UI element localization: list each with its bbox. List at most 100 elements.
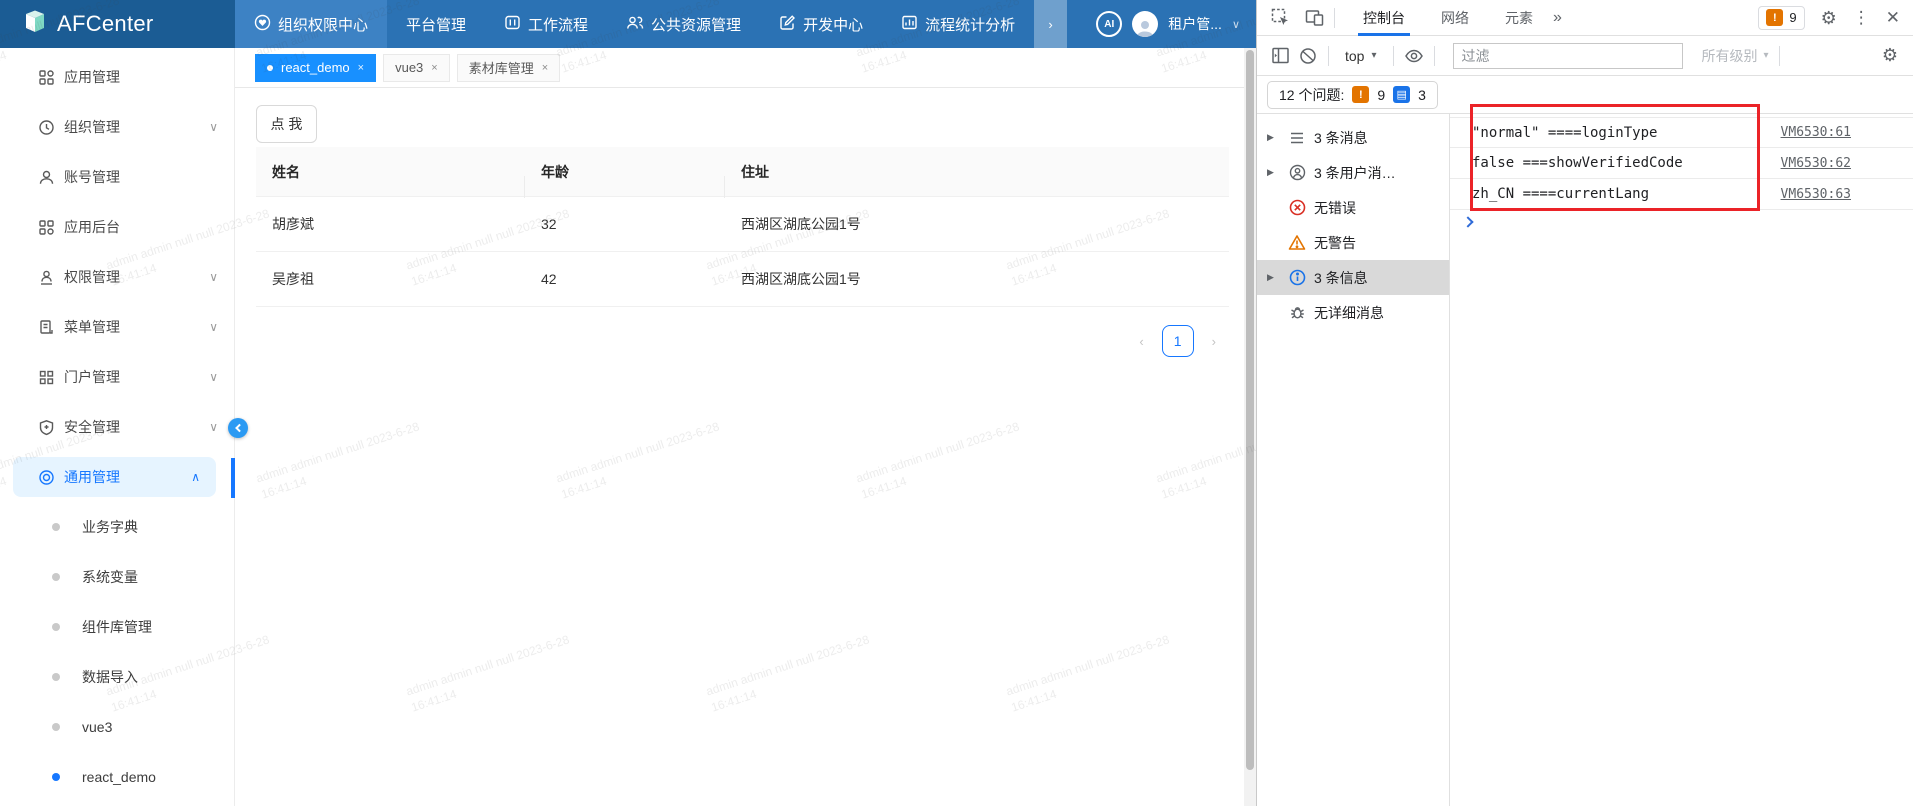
sidebar-subitem-react-demo[interactable]: react_demo <box>0 752 234 802</box>
console-filter-errors[interactable]: 无错误 <box>1257 190 1449 225</box>
issues-summary-button[interactable]: 12 个问题: ! 9 ▤ 3 <box>1267 81 1438 109</box>
nav-item-public-resources[interactable]: 公共资源管理 <box>607 0 760 48</box>
app-grid-alt-icon <box>38 219 55 236</box>
inspect-element-icon[interactable] <box>1270 8 1290 28</box>
console-message[interactable]: zh_CN ====currentLang VM6530:63 <box>1450 179 1913 210</box>
console-message[interactable]: "normal" ====loginType VM6530:61 <box>1450 117 1913 148</box>
cell-address: 西湖区湖底公园1号 <box>725 214 1229 234</box>
table-row[interactable]: 胡彦斌 32 西湖区湖底公园1号 <box>256 197 1229 252</box>
tab-react-demo[interactable]: react_demo × <box>255 54 376 82</box>
sidebar-subitem-vue3[interactable]: vue3 <box>0 702 234 752</box>
nav-item-platform-mgmt[interactable]: 平台管理 <box>387 0 485 48</box>
console-settings-gear-icon[interactable]: ⚙ <box>1880 46 1900 66</box>
logo[interactable]: AFCenter <box>0 0 235 48</box>
execution-context-selector[interactable]: top ▾ <box>1345 48 1377 64</box>
nav-more-button[interactable]: › <box>1034 0 1067 48</box>
page-next-icon[interactable]: › <box>1212 334 1216 349</box>
kebab-menu-icon[interactable]: ⋮ <box>1853 9 1870 26</box>
sidebar-item-label: 通用管理 <box>64 467 120 487</box>
live-expression-eye-icon[interactable] <box>1404 46 1424 66</box>
tab-material-library[interactable]: 素材库管理 × <box>457 54 560 82</box>
bullet-icon <box>52 723 60 731</box>
sidebar-subitem-data-import[interactable]: 数据导入 <box>0 652 234 702</box>
chevron-down-icon: ∨ <box>209 370 218 384</box>
console-prompt-chevron-icon[interactable] <box>1462 216 1473 227</box>
tenant-admin-label[interactable]: 租户管... <box>1168 14 1222 34</box>
page-number-button[interactable]: 1 <box>1162 325 1194 357</box>
chevron-up-icon: ∧ <box>191 470 200 484</box>
close-devtools-icon[interactable]: ✕ <box>1886 9 1900 26</box>
nav-item-label: 平台管理 <box>406 14 466 35</box>
sidebar-item-menu-mgmt[interactable]: 菜单管理 ∨ <box>0 302 234 352</box>
more-tabs-icon[interactable]: » <box>1553 9 1562 27</box>
sidebar-item-general-mgmt[interactable]: 通用管理 ∧ <box>13 457 216 497</box>
sidebar-subitem-label: 数据导入 <box>82 667 138 687</box>
clear-console-icon[interactable] <box>1298 46 1318 66</box>
avatar[interactable] <box>1132 11 1158 37</box>
page-scrollbar[interactable] <box>1244 48 1256 806</box>
sidebar-item-permission-mgmt[interactable]: 权限管理 ∨ <box>0 252 234 302</box>
table-header-row: 姓名 年龄 住址 <box>256 147 1229 197</box>
console-filter-verbose[interactable]: 无详细消息 <box>1257 295 1449 330</box>
top-nav: 组织权限中心 平台管理 工作流程 公共资源管理 开发中心 <box>235 0 1067 48</box>
console-source-link[interactable]: VM6530:63 <box>1781 187 1851 202</box>
console-sidebar: ▶ 3 条消息 ▶ 3 条用户消… 无错误 无警告 <box>1257 114 1450 806</box>
chat-issues-icon: ▤ <box>1393 86 1410 103</box>
console-filter-user-messages[interactable]: ▶ 3 条用户消… <box>1257 155 1449 190</box>
sidebar-item-org-mgmt[interactable]: 组织管理 ∨ <box>0 102 234 152</box>
sidebar-subitem-business-dict[interactable]: 业务字典 <box>0 502 234 552</box>
list-icon <box>1288 129 1306 147</box>
console-filter-input[interactable] <box>1453 43 1683 69</box>
nav-item-org-permission-center[interactable]: 组织权限中心 <box>235 0 387 48</box>
console-source-link[interactable]: VM6530:62 <box>1781 156 1851 171</box>
sidebar-item-label: 菜单管理 <box>64 317 120 337</box>
expand-triangle-icon[interactable]: ▶ <box>1267 132 1280 143</box>
logo-mark-icon <box>22 9 48 40</box>
device-toolbar-icon[interactable] <box>1304 8 1324 28</box>
close-icon[interactable]: × <box>358 62 364 74</box>
sidebar-item-app-mgmt[interactable]: 应用管理 <box>0 52 234 102</box>
console-sidebar-toggle-icon[interactable] <box>1270 46 1290 66</box>
scrollbar-thumb[interactable] <box>1246 50 1254 770</box>
tab-vue3[interactable]: vue3 × <box>383 54 450 82</box>
console-filter-all-messages[interactable]: ▶ 3 条消息 <box>1257 120 1449 155</box>
sidebar-item-security-mgmt[interactable]: 安全管理 ∨ <box>0 402 234 452</box>
bullet-icon <box>52 773 60 781</box>
screen: AFCenter 组织权限中心 平台管理 工作流程 公共资源管理 <box>0 0 1913 806</box>
sidebar-subitem-component-lib[interactable]: 组件库管理 <box>0 602 234 652</box>
page-prev-icon[interactable]: ‹ <box>1139 334 1143 349</box>
nav-item-dev-center[interactable]: 开发中心 <box>760 0 882 48</box>
sidebar-item-account-mgmt[interactable]: 账号管理 <box>0 152 234 202</box>
devtools-tab-console[interactable]: 控制台 <box>1358 0 1410 36</box>
sidebar-collapse-button[interactable] <box>228 418 248 438</box>
devtools-tab-elements[interactable]: 元素 <box>1500 0 1538 36</box>
close-icon[interactable]: × <box>431 62 437 74</box>
issues-counter-button[interactable]: ! 9 <box>1758 6 1804 30</box>
tab-label: vue3 <box>395 60 423 75</box>
devtools-tab-network[interactable]: 网络 <box>1436 0 1474 36</box>
close-icon[interactable]: × <box>542 62 548 74</box>
log-levels-dropdown[interactable]: 所有级别 ▾ <box>1702 46 1769 66</box>
nav-item-process-stats[interactable]: 流程统计分析 <box>882 0 1034 48</box>
console-message[interactable]: false ===showVerifiedCode VM6530:62 <box>1450 148 1913 179</box>
console-source-link[interactable]: VM6530:61 <box>1781 125 1851 140</box>
sidebar-item-app-backend[interactable]: 应用后台 <box>0 202 234 252</box>
sidebar-subitem-system-vars[interactable]: 系统变量 <box>0 552 234 602</box>
doc-list-icon <box>38 319 55 336</box>
expand-triangle-icon[interactable]: ▶ <box>1267 272 1280 283</box>
chevron-right-icon: › <box>1048 17 1052 32</box>
table-row[interactable]: 吴彦祖 42 西湖区湖底公园1号 <box>256 252 1229 307</box>
chevron-down-icon: ∨ <box>209 420 218 434</box>
chevron-down-icon[interactable]: ∨ <box>1232 18 1240 31</box>
chevron-down-icon: ∨ <box>209 320 218 334</box>
console-filter-info[interactable]: ▶ 3 条信息 <box>1257 260 1449 295</box>
click-me-button[interactable]: 点 我 <box>256 105 317 143</box>
chevron-left-icon <box>235 424 243 432</box>
expand-triangle-icon[interactable]: ▶ <box>1267 167 1280 178</box>
settings-gear-icon[interactable]: ⚙ <box>1821 9 1837 27</box>
console-filter-warnings[interactable]: 无警告 <box>1257 225 1449 260</box>
sidebar-item-label: 应用管理 <box>64 67 120 87</box>
nav-item-workflow[interactable]: 工作流程 <box>485 0 607 48</box>
sidebar-item-portal-mgmt[interactable]: 门户管理 ∨ <box>0 352 234 402</box>
ai-assistant-icon[interactable]: AI <box>1096 11 1122 37</box>
